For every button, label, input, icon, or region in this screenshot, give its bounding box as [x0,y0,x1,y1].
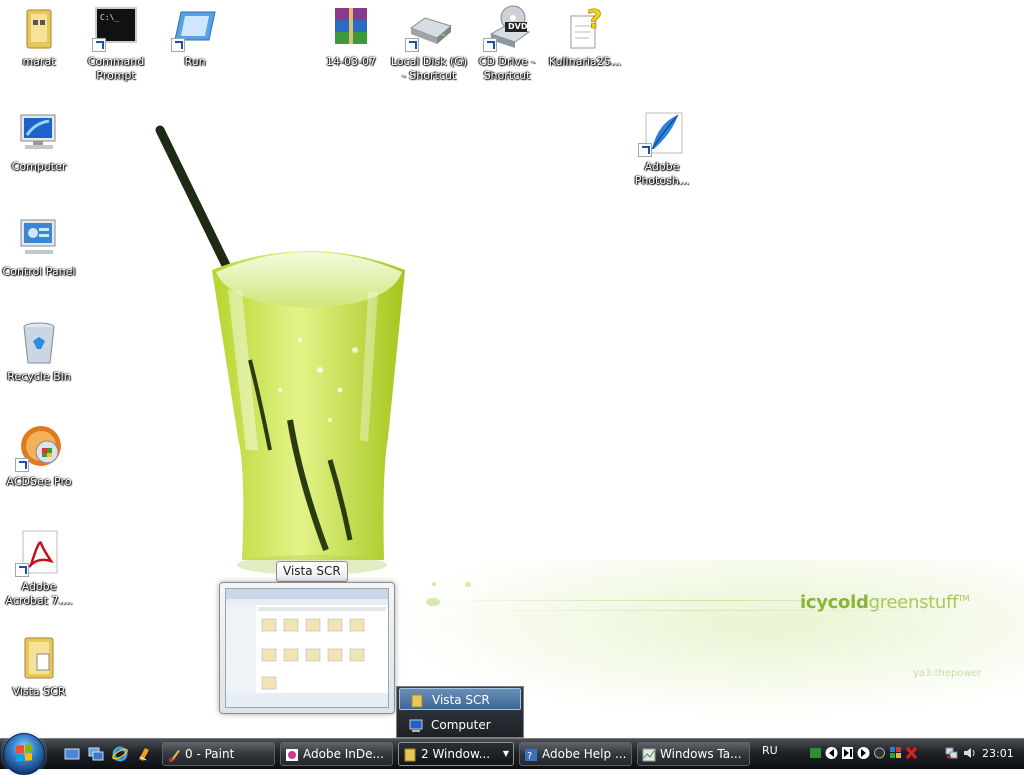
network-icon[interactable] [945,746,958,760]
shortcut-arrow-icon [171,38,185,52]
tray-flag-icon[interactable] [889,746,902,760]
hard-disk-icon [405,4,453,52]
desktop-icon-computer[interactable]: Computer [0,109,78,174]
folder-icon [403,747,417,762]
computer-icon [15,109,63,157]
shortcut-arrow-icon [638,143,652,157]
wallpaper-brand-sub: ya3.thepower [913,668,982,679]
desktop-icon-adobe-acrobat[interactable]: Adobe Acrobat 7.... [0,529,78,608]
desktop-icon-cd-drive[interactable]: DVD CD Drive - Shortcut [468,4,546,83]
acrobat-icon [15,529,63,577]
wallpaper-glass [150,120,420,590]
group-menu-item-vista-scr[interactable]: Vista SCR [399,688,521,710]
taskbar-button-paint[interactable]: 0 - Paint [162,742,275,766]
windows-logo-icon [16,744,32,762]
desktop-icon-14-03-07[interactable]: 14-03-07 [312,4,390,69]
start-button[interactable] [3,733,45,775]
paint-icon [167,747,181,762]
shortcut-arrow-icon [405,38,419,52]
indesign-icon [285,747,299,761]
desktop-icon-recycle-bin[interactable]: Recycle Bin [0,319,78,384]
clock[interactable]: 23:01 [982,747,1014,760]
media-next-icon[interactable] [857,746,870,760]
taskbar-button-adobe-indesign[interactable]: Adobe InDe... [280,742,393,766]
wallpaper-dot [426,598,440,606]
desktop-icon-command-prompt[interactable]: C:\_ Command Prompt [77,4,155,83]
dropdown-arrow-icon: ▼ [502,749,509,758]
language-indicator[interactable]: RU [762,744,778,757]
taskbar-button-windows-task-manager[interactable]: Windows Ta... [637,742,750,766]
thumbnail-content [225,588,389,708]
winrar-archive-icon [327,4,375,52]
switch-windows-icon[interactable] [88,746,104,762]
dvd-drive-icon: DVD [483,4,531,52]
taskbar-group-menu: Vista SCR Computer [396,686,524,738]
taskbar: 0 - Paint Adobe InDe... 2 Window... ▼ ? … [0,733,1024,775]
media-previous-icon[interactable] [825,746,838,760]
unknown-file-icon: ? [561,4,609,52]
dvd-label: DVD [508,22,528,31]
desktop-icon-vista-scr[interactable]: Vista SCR [0,634,78,699]
folder-icon [410,693,424,708]
group-menu-item-computer[interactable]: Computer [399,714,521,736]
svg-text:?: ? [587,5,602,35]
task-manager-icon [642,747,656,762]
volume-icon[interactable] [963,746,976,760]
help-icon: ? [524,747,538,762]
wallpaper-brand: icycoldgreenstuffTM [800,592,970,613]
svg-text:C:\_: C:\_ [100,13,119,22]
desktop-icon-marat[interactable]: marat [0,4,78,69]
media-icon[interactable] [136,746,152,762]
run-icon [171,4,219,52]
taskbar-button-group-windows[interactable]: 2 Window... ▼ [398,742,514,766]
shortcut-arrow-icon [92,38,106,52]
show-desktop-icon[interactable] [64,746,80,762]
internet-explorer-icon[interactable] [112,746,128,762]
wallpaper-dot [432,582,436,586]
thumbnail-title: Vista SCR [276,561,348,582]
recycle-bin-icon [15,319,63,367]
folder-icon [15,634,63,682]
photoshop-feather-icon [638,109,686,157]
wallpaper-dot [465,582,471,587]
desktop-icon-kulinaria[interactable]: ? Kulinaria25... [546,4,624,69]
shortcut-arrow-icon [15,458,29,472]
computer-icon [409,718,423,732]
command-prompt-icon: C:\_ [92,4,140,52]
antivirus-icon[interactable] [905,746,918,760]
taskbar-button-adobe-help[interactable]: ? Adobe Help ... [519,742,632,766]
desktop-icon-local-disk-g[interactable]: Local Disk (G) - Shortcut [390,4,468,83]
folder-icon [15,4,63,52]
desktop-icon-adobe-photoshop[interactable]: Adobe Photosh... [623,109,701,188]
desktop-icon-control-panel[interactable]: Control Panel [0,214,78,279]
media-play-pause-icon[interactable] [841,746,854,760]
svg-text:?: ? [527,751,532,762]
control-panel-icon [15,214,63,262]
shortcut-arrow-icon [483,38,497,52]
acdsee-icon [15,424,63,472]
tray-green-icon[interactable] [809,746,822,760]
desktop-icon-run[interactable]: Run [156,4,234,69]
tray-app-icon[interactable] [873,746,886,760]
desktop-icon-acdsee-pro[interactable]: ACDSee Pro [0,424,78,489]
window-thumbnail-preview[interactable] [219,582,395,714]
shortcut-arrow-icon [15,563,29,577]
